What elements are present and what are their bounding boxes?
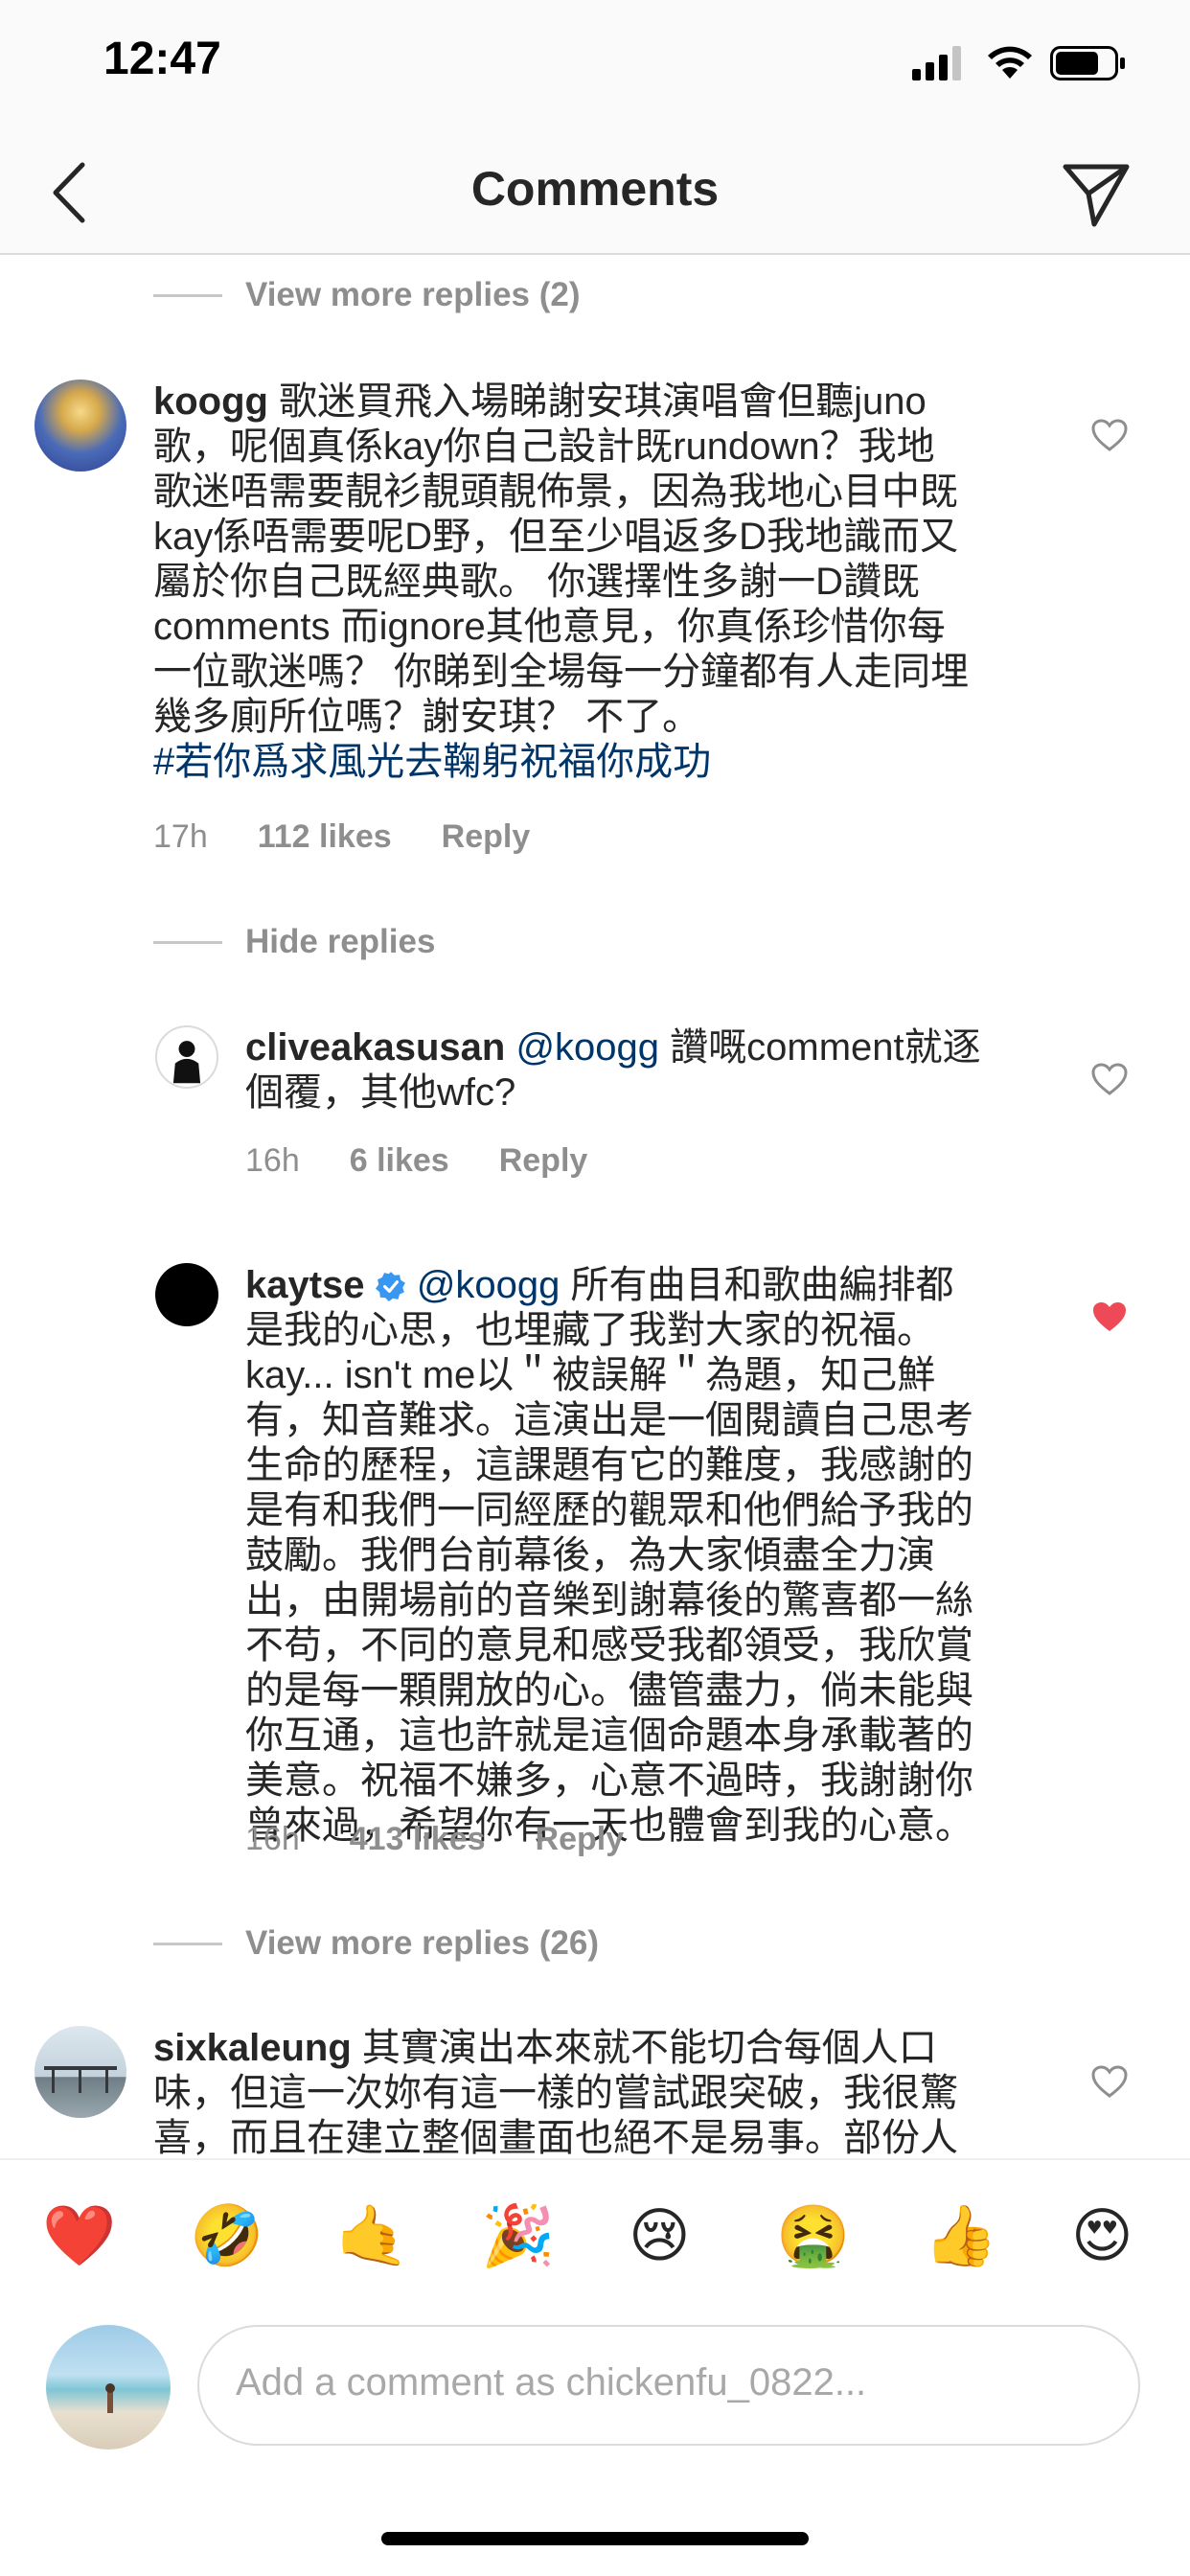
crying-emoji-icon[interactable]: 😢	[629, 2202, 691, 2269]
nav-header: Comments	[0, 134, 1190, 255]
heart-eyes-emoji-icon[interactable]: 😍	[1071, 2202, 1133, 2269]
reply-username[interactable]: cliveakasusan	[245, 1026, 505, 1069]
avatar-beach-icon	[105, 2383, 115, 2413]
view-more-replies-top[interactable]: View more replies (2)	[245, 276, 581, 314]
liked-heart-icon[interactable]	[1090, 1300, 1129, 1334]
reply-line: 是有和我們一同經歷的觀眾和他們給予我的	[245, 1489, 973, 1531]
avatar-koogg[interactable]	[34, 380, 126, 472]
comment-first-line: koogg 歌迷買飛入場睇謝安琪演唱會但聽juno	[153, 380, 1054, 425]
likes-count[interactable]: 413 likes	[350, 1821, 486, 1857]
party-popper-emoji-icon[interactable]: 🎉	[481, 2202, 555, 2269]
comment-line: kay係唔需要呢D野，但至少唱返多D我地識而又	[153, 516, 959, 558]
home-indicator[interactable]	[381, 2532, 809, 2545]
hide-replies-button[interactable]: Hide replies	[245, 923, 435, 961]
reply-username[interactable]: kaytse	[245, 1264, 365, 1306]
reply-text: 所有曲目和歌曲編排都	[560, 1264, 954, 1306]
comment-body-koogg: koogg 歌迷買飛入場睇謝安琪演唱會但聽juno 歌，呢個真係kay你自己設計…	[153, 380, 1054, 785]
reply-line: 不苟，不同的意見和感受我都領受，我欣賞	[245, 1624, 973, 1667]
reply-line: 美意。祝福不嫌多，心意不過時，我謝謝你	[245, 1760, 973, 1802]
avatar-cliveakasusan[interactable]	[155, 1025, 218, 1089]
comment-line: comments 而ignore其他意見，你真係珍惜你每	[153, 606, 946, 648]
divider-dash	[153, 941, 222, 944]
reply-line: kay... isn't me以＂被誤解＂為題，知己鮮	[245, 1354, 936, 1396]
comment-line: 歌，呢個真係kay你自己設計既rundown？我地	[153, 426, 935, 468]
comment-text: 歌迷買飛入場睇謝安琪演唱會但聽juno	[279, 380, 927, 423]
avatar-sixkaleung[interactable]	[34, 2026, 126, 2118]
comment-time: 17h	[153, 818, 208, 855]
comment-line: 味，但這一次妳有這一樣的嘗試跟突破，我很驚	[153, 2072, 958, 2114]
avatar-silhouette-icon	[172, 1041, 201, 1084]
wifi-icon	[988, 46, 1032, 79]
verified-badge-icon	[375, 1272, 405, 1301]
reply-body-cliveakasusan: cliveakasusan @koogg 讚嘅comment就逐 個覆，其他wf…	[245, 1025, 1041, 1116]
hashtag-link[interactable]: #若你爲求風光去鞠躬祝福你成功	[153, 740, 1054, 785]
view-more-replies-bottom[interactable]: View more replies (26)	[245, 1924, 599, 1963]
reply-time: 16h	[245, 1142, 300, 1179]
like-heart-icon[interactable]	[1090, 2064, 1129, 2099]
reply-text: 讚嘅comment就逐	[659, 1026, 981, 1069]
comment-input-placeholder: Add a comment as chickenfu_0822...	[236, 2361, 867, 2404]
comment-body-sixkaleung: sixkaleung 其實演出本來就不能切合每個人口 味，但這一次妳有這一樣的嘗…	[153, 2026, 1054, 2158]
signal-icon	[912, 46, 961, 80]
reply-line: 個覆，其他wfc?	[245, 1071, 516, 1114]
divider-dash	[153, 294, 222, 297]
reply-button[interactable]: Reply	[442, 818, 531, 855]
reply-body-kaytse: kaytse @koogg 所有曲目和歌曲編排都 是我的心思，也埋藏了我對大家的…	[245, 1263, 1060, 1849]
mention-link[interactable]: @koogg	[417, 1264, 561, 1306]
likes-count[interactable]: 6 likes	[350, 1142, 449, 1179]
comment-clip-region: sixkaleung 其實演出本來就不能切合每個人口 味，但這一次妳有這一樣的嘗…	[0, 1963, 1190, 2158]
comment-input[interactable]: Add a comment as chickenfu_0822...	[197, 2325, 1140, 2446]
comment-line: 幾多廁所位嗎？謝安琪？ 不了。	[153, 696, 701, 738]
reply-time: 16h	[245, 1821, 300, 1857]
like-heart-icon[interactable]	[1090, 418, 1129, 452]
reply-line: 的是每一顆開放的心。儘管盡力，倘未能與	[245, 1669, 973, 1712]
page-title: Comments	[470, 162, 720, 216]
comment-meta-koogg: 17h 112 likes Reply	[153, 818, 580, 856]
reply-line: 鼓勵。我們台前幕後，為大家傾盡全力演	[245, 1534, 935, 1576]
comment-line: 歌迷唔需要靚衫靚頭靚佈景，因為我地心目中既	[153, 471, 958, 513]
heart-emoji-icon[interactable]: ❤️	[42, 2202, 116, 2269]
like-heart-icon[interactable]	[1090, 1062, 1129, 1096]
rofl-emoji-icon[interactable]: 🤣	[190, 2202, 263, 2269]
avatar-kaytse[interactable]	[155, 1263, 218, 1326]
status-time: 12:47	[103, 34, 221, 84]
comment-line: 喜，而且在建立整個畫面也絕不是易事。部份人	[153, 2117, 958, 2158]
comment-line: 一位歌迷嗎？ 你睇到全場每一分鐘都有人走同埋	[153, 651, 970, 693]
likes-count[interactable]: 112 likes	[258, 818, 392, 855]
reply-button[interactable]: Reply	[536, 1821, 625, 1857]
current-user-avatar	[46, 2325, 171, 2450]
comment-username[interactable]: koogg	[153, 380, 268, 423]
quick-reactions-bar: ❤️ 🤣 🤙 🎉 😢 🤮 👍 😍	[0, 2158, 1190, 2313]
reply-line: 有，知音難求。這演出是一個閱讀自己思考	[245, 1399, 973, 1441]
reply-line: 出，由開場前的音樂到謝幕後的驚喜都一絲	[245, 1579, 973, 1622]
divider-dash	[153, 1943, 222, 1945]
reply-line: 是我的心思，也埋藏了我對大家的祝福。	[245, 1309, 935, 1351]
reply-button[interactable]: Reply	[499, 1142, 588, 1179]
status-bar: 12:47	[0, 0, 1190, 134]
thumbs-up-emoji-icon[interactable]: 👍	[924, 2202, 997, 2269]
comment-username[interactable]: sixkaleung	[153, 2027, 352, 2069]
mention-link[interactable]: @koogg	[515, 1026, 659, 1069]
reply-meta-cliveakasusan: 16h 6 likes Reply	[245, 1142, 637, 1180]
battery-icon	[1050, 46, 1125, 80]
reply-line: 生命的歷程，這課題有它的難度，我感謝的	[245, 1444, 973, 1486]
vomiting-emoji-icon[interactable]: 🤮	[776, 2202, 850, 2269]
reply-first-line: kaytse @koogg 所有曲目和歌曲編排都	[245, 1263, 1060, 1308]
avatar-pier-icon	[44, 2066, 117, 2093]
comment-line: 屬於你自己既經典歌。 你選擇性多謝一D讚既	[153, 561, 920, 603]
reply-meta-kaytse: 16h 413 likes Reply	[245, 1821, 674, 1858]
direct-message-icon[interactable]	[1058, 155, 1134, 232]
comment-text: 其實演出本來就不能切合每個人口	[351, 2027, 937, 2069]
reply-first-line: cliveakasusan @koogg 讚嘅comment就逐	[245, 1025, 1041, 1070]
reply-line: 你互通，這也許就是這個命題本身承載著的	[245, 1714, 973, 1757]
call-me-emoji-icon[interactable]: 🤙	[335, 2202, 409, 2269]
comment-first-line: sixkaleung 其實演出本來就不能切合每個人口	[153, 2026, 1054, 2071]
